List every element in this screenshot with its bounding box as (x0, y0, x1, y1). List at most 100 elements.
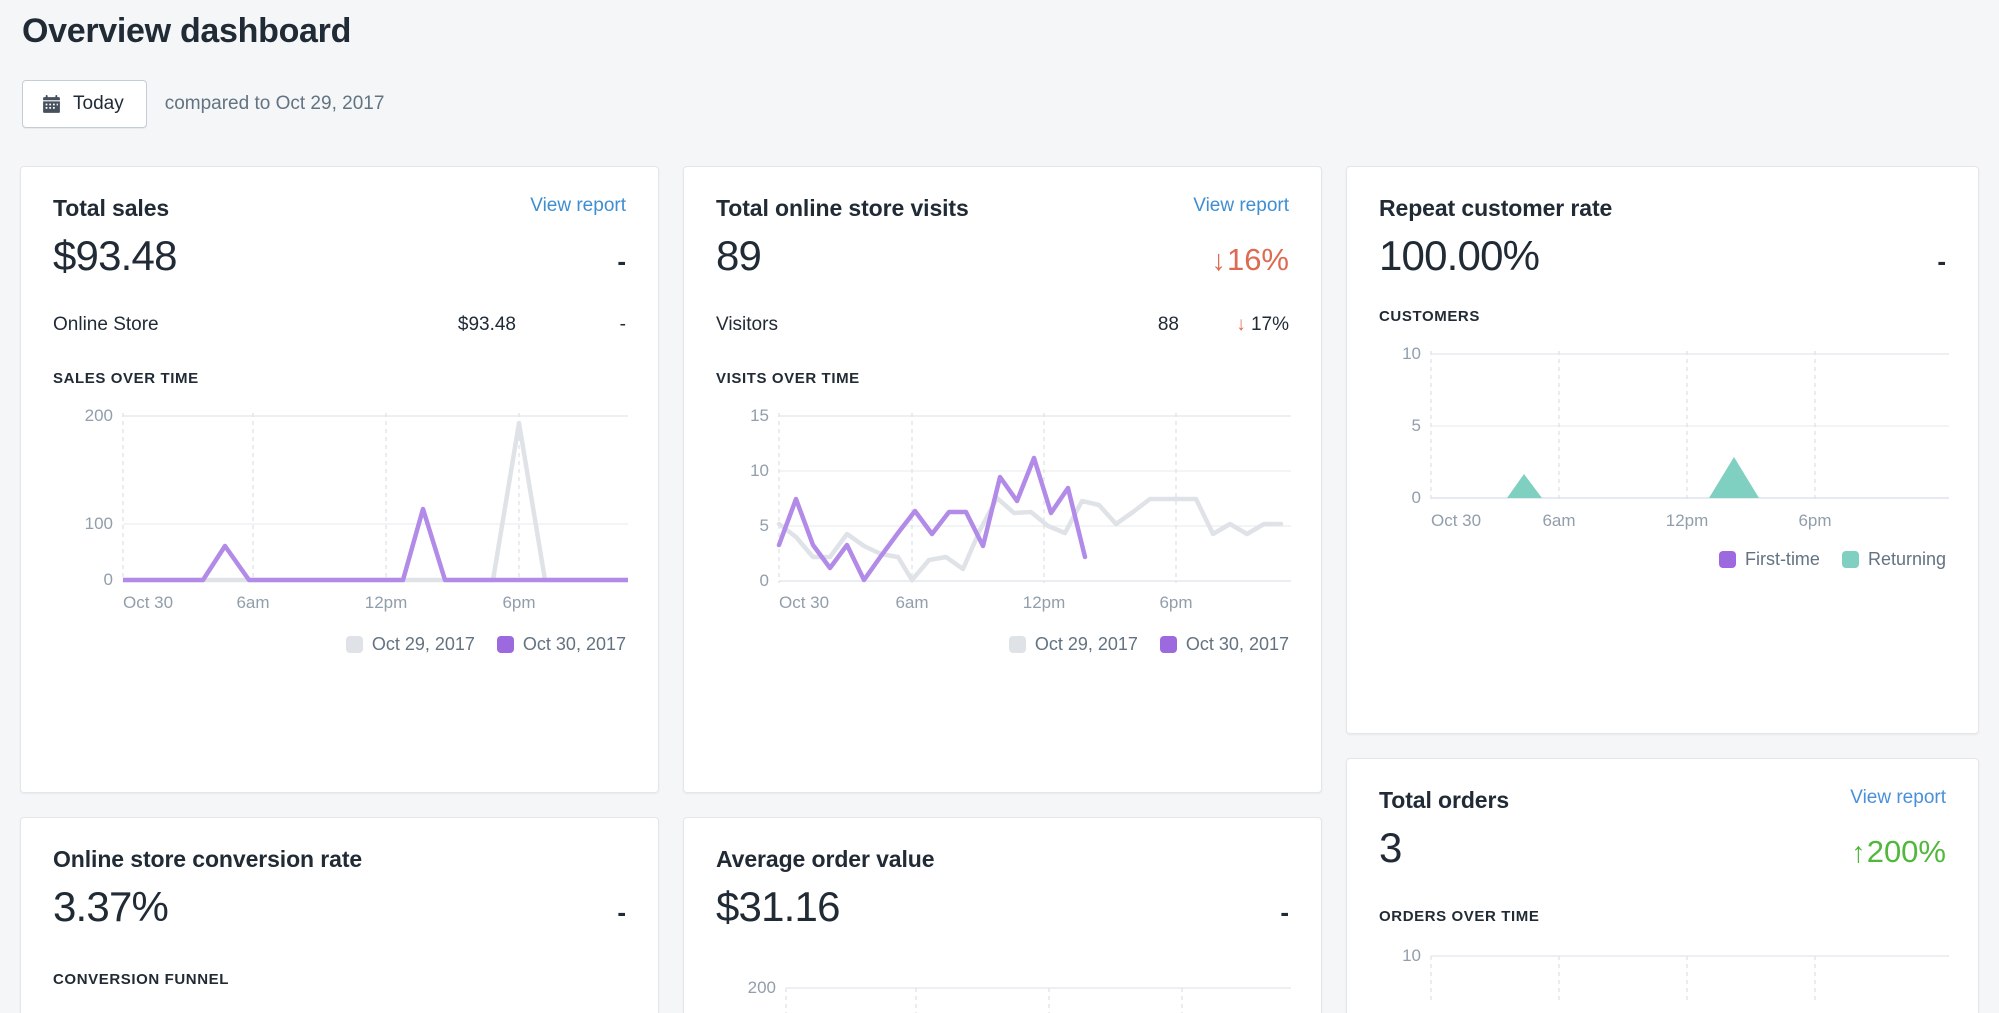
svg-text:6pm: 6pm (502, 593, 535, 612)
metric-value: 3 (1379, 824, 1402, 872)
legend-swatch-purple (1160, 636, 1177, 653)
legend-label: Oct 30, 2017 (523, 634, 626, 655)
metric-row: 100.00% - (1379, 232, 1946, 280)
orders-over-time-chart: 10 (1379, 943, 1946, 1003)
svg-text:6am: 6am (236, 593, 269, 612)
metric-value: $31.16 (716, 883, 840, 931)
card-title: Total orders (1379, 787, 1509, 814)
metric-value: 89 (716, 232, 761, 280)
metric-value: 100.00% (1379, 232, 1539, 280)
card-header: Total sales View report (53, 195, 626, 222)
legend-swatch-purple (1719, 551, 1736, 568)
chart-label: CONVERSION FUNNEL (53, 971, 626, 988)
card-title: Online store conversion rate (53, 846, 362, 873)
legend-swatch-gray (1009, 636, 1026, 653)
chart-label: VISITS OVER TIME (716, 370, 1289, 387)
svg-text:5: 5 (760, 516, 769, 535)
legend-item-compare: Oct 29, 2017 (1009, 634, 1138, 655)
legend-item-current: Oct 30, 2017 (1160, 634, 1289, 655)
metric-delta: - (617, 897, 626, 928)
legend-swatch-purple (497, 636, 514, 653)
legend-label: Oct 29, 2017 (372, 634, 475, 655)
breakdown-row: Online Store $93.48 - (53, 314, 626, 336)
svg-text:200: 200 (748, 978, 776, 997)
card-header: Total online store visits View report (716, 195, 1289, 222)
breakdown-delta-value: 17% (1251, 314, 1289, 335)
metric-delta: ↑200% (1851, 834, 1946, 870)
metric-value: $93.48 (53, 232, 177, 280)
chart-legend: Oct 29, 2017 Oct 30, 2017 (684, 618, 1321, 677)
svg-text:10: 10 (750, 461, 769, 480)
card-header: Average order value (716, 846, 1289, 873)
card-average-order-value: Average order value $31.16 - 200 (683, 817, 1322, 1013)
chart-label: SALES OVER TIME (53, 370, 626, 387)
breakdown-value: $93.48 (366, 314, 516, 336)
arrow-down-icon: ↓ (1211, 245, 1226, 277)
metric-delta: - (1280, 897, 1289, 928)
visits-over-time-chart: 15 10 5 0 (716, 403, 1289, 618)
breakdown-name: Online Store (53, 314, 366, 336)
metric-delta: - (1937, 246, 1946, 277)
customers-chart: 10 5 0 Oct 30 6am (1379, 341, 1946, 541)
date-filter-row: Today compared to Oct 29, 2017 (20, 80, 1979, 128)
chart-legend: First-time Returning (1347, 541, 1978, 592)
view-report-link[interactable]: View report (1193, 195, 1289, 217)
metric-row: $93.48 - (53, 232, 626, 280)
legend-swatch-teal (1842, 551, 1859, 568)
card-title: Average order value (716, 846, 934, 873)
chart-label: CUSTOMERS (1379, 308, 1946, 325)
compared-to-label: compared to Oct 29, 2017 (165, 93, 385, 115)
metric-value: 3.37% (53, 883, 168, 931)
legend-label: Returning (1868, 549, 1946, 570)
breakdown-delta: - (516, 314, 626, 336)
svg-text:12pm: 12pm (1666, 511, 1709, 530)
card-online-store-conversion-rate: Online store conversion rate 3.37% - CON… (20, 817, 659, 1013)
legend-item-returning: Returning (1842, 549, 1946, 570)
card-header: Repeat customer rate (1379, 195, 1946, 222)
page-title: Overview dashboard (20, 0, 1979, 51)
breakdown-name: Visitors (716, 314, 1029, 336)
svg-text:Oct 30: Oct 30 (779, 593, 829, 612)
average-order-value-chart: 200 (716, 975, 1289, 1013)
card-repeat-customer-rate: Repeat customer rate 100.00% - CUSTOMERS… (1346, 166, 1979, 734)
metric-delta-value: 200% (1867, 834, 1946, 869)
card-total-sales: Total sales View report $93.48 - Online … (20, 166, 659, 793)
breakdown-delta: ↓ 17% (1179, 314, 1289, 336)
chart-label: ORDERS OVER TIME (1379, 908, 1946, 925)
breakdown-row: Visitors 88 ↓ 17% (716, 314, 1289, 336)
metric-delta: - (617, 246, 626, 277)
sales-over-time-chart: 200 100 0 (53, 403, 626, 618)
svg-text:0: 0 (1412, 488, 1421, 507)
legend-item-first-time: First-time (1719, 549, 1820, 570)
svg-text:Oct 30: Oct 30 (1431, 511, 1481, 530)
svg-text:6am: 6am (1542, 511, 1575, 530)
date-range-button[interactable]: Today (22, 80, 147, 128)
metric-row: 3.37% - (53, 883, 626, 931)
legend-item-current: Oct 30, 2017 (497, 634, 626, 655)
arrow-down-icon: ↓ (1236, 314, 1246, 335)
svg-text:12pm: 12pm (365, 593, 408, 612)
calendar-icon (41, 94, 62, 115)
metric-delta-value: 16% (1227, 242, 1289, 277)
legend-item-compare: Oct 29, 2017 (346, 634, 475, 655)
metric-row: 89 ↓16% (716, 232, 1289, 280)
metric-row: $31.16 - (716, 883, 1289, 931)
legend-label: Oct 29, 2017 (1035, 634, 1138, 655)
svg-text:Oct 30: Oct 30 (123, 593, 173, 612)
card-title: Repeat customer rate (1379, 195, 1612, 222)
view-report-link[interactable]: View report (530, 195, 626, 217)
svg-text:200: 200 (85, 406, 113, 425)
breakdown-value: 88 (1029, 314, 1179, 336)
svg-text:12pm: 12pm (1023, 593, 1066, 612)
svg-text:6am: 6am (895, 593, 928, 612)
metric-row: 3 ↑200% (1379, 824, 1946, 872)
card-total-online-store-visits: Total online store visits View report 89… (683, 166, 1322, 793)
svg-text:6pm: 6pm (1798, 511, 1831, 530)
svg-text:6pm: 6pm (1159, 593, 1192, 612)
svg-text:10: 10 (1402, 344, 1421, 363)
svg-text:5: 5 (1412, 416, 1421, 435)
legend-label: Oct 30, 2017 (1186, 634, 1289, 655)
view-report-link[interactable]: View report (1850, 787, 1946, 809)
svg-text:100: 100 (85, 514, 113, 533)
metric-delta: ↓16% (1211, 242, 1289, 278)
